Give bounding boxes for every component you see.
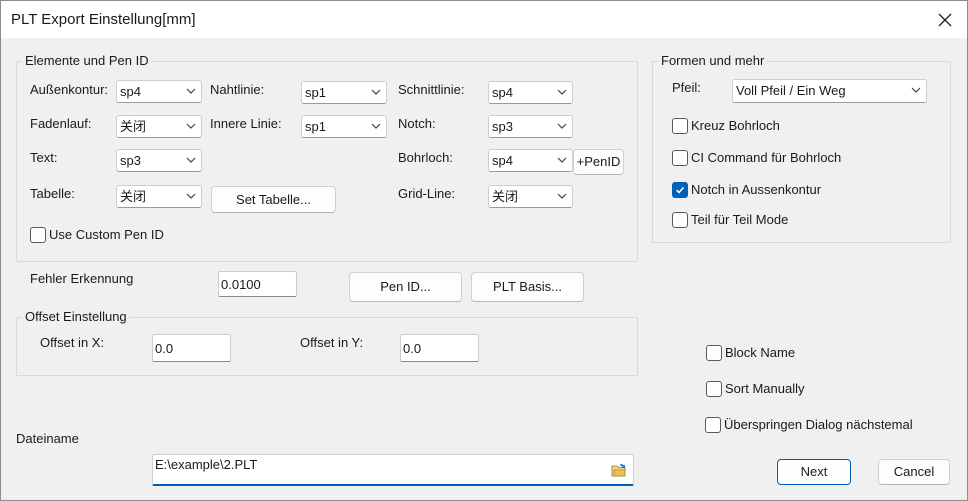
- sort-manually-label[interactable]: Sort Manually: [725, 381, 804, 397]
- chevron-down-icon: [186, 88, 196, 94]
- offset-y-label: Offset in Y:: [300, 335, 364, 350]
- chevron-down-icon: [186, 157, 196, 163]
- block-name-checkbox[interactable]: [706, 345, 722, 361]
- chevron-down-icon: [186, 193, 196, 199]
- fadenlauf-select[interactable]: 关闭: [116, 115, 202, 138]
- ci-command-label[interactable]: CI Command für Bohrloch: [691, 150, 841, 166]
- cancel-button[interactable]: Cancel: [878, 459, 950, 485]
- notch-label: Notch:: [398, 116, 436, 131]
- ci-command-checkbox[interactable]: [672, 150, 688, 166]
- chevron-down-icon: [371, 123, 381, 129]
- bohrloch-value: sp4: [492, 153, 513, 168]
- close-button[interactable]: [930, 5, 960, 35]
- innere-linie-select[interactable]: sp1: [301, 115, 387, 138]
- next-button[interactable]: Next: [777, 459, 851, 485]
- fadenlauf-value: 关闭: [120, 119, 147, 134]
- tabelle-value: 关闭: [120, 189, 147, 204]
- tabelle-label: Tabelle:: [30, 186, 75, 201]
- teil-fuer-teil-label[interactable]: Teil für Teil Mode: [691, 212, 788, 228]
- offset-group-title: Offset Einstellung: [23, 309, 129, 325]
- schnittlinie-value: sp4: [492, 85, 513, 100]
- folder-open-icon[interactable]: [611, 462, 627, 478]
- fehler-erkennung-input[interactable]: [218, 271, 297, 297]
- dateiname-label: Dateiname: [16, 431, 79, 446]
- offset-y-input[interactable]: [400, 334, 479, 362]
- pen-id-group-title: Elemente und Pen ID: [23, 53, 151, 69]
- export-settings-dialog: PLT Export Einstellung[mm] Elemente und …: [0, 0, 968, 501]
- chevron-down-icon: [371, 89, 381, 95]
- notch-select[interactable]: sp3: [488, 115, 573, 138]
- fehler-erkennung-label: Fehler Erkennung: [30, 271, 134, 286]
- chevron-down-icon: [911, 87, 921, 93]
- block-name-label[interactable]: Block Name: [725, 345, 795, 361]
- offset-x-label: Offset in X:: [40, 335, 105, 350]
- formen-group-title: Formen und mehr: [659, 53, 767, 69]
- notch-in-aussenkontur-label[interactable]: Notch in Aussenkontur: [691, 182, 821, 198]
- nahtlinie-select[interactable]: sp1: [301, 81, 387, 104]
- bohrloch-select[interactable]: sp4: [488, 149, 573, 172]
- close-icon: [938, 13, 952, 27]
- text-label: Text:: [30, 150, 58, 165]
- fadenlauf-label: Fadenlauf:: [30, 116, 92, 131]
- pen-id-button[interactable]: Pen ID...: [349, 272, 462, 302]
- innere-linie-label: Innere Linie:: [210, 116, 282, 131]
- checkmark-icon: [675, 186, 685, 194]
- window-title: PLT Export Einstellung[mm]: [11, 11, 196, 28]
- grid-line-value: 关闭: [492, 189, 519, 204]
- chevron-down-icon: [557, 157, 567, 163]
- kreuz-bohrloch-checkbox[interactable]: [672, 118, 688, 134]
- notch-value: sp3: [492, 119, 513, 134]
- chevron-down-icon: [557, 123, 567, 129]
- add-pen-id-button[interactable]: +PenID: [573, 149, 624, 175]
- pfeil-value: Voll Pfeil / Ein Weg: [736, 83, 846, 98]
- innere-linie-value: sp1: [305, 119, 326, 134]
- aussenkontur-value: sp4: [120, 84, 141, 99]
- chevron-down-icon: [186, 123, 196, 129]
- schnittlinie-select[interactable]: sp4: [488, 81, 573, 104]
- nahtlinie-label: Nahtlinie:: [210, 82, 265, 97]
- kreuz-bohrloch-label[interactable]: Kreuz Bohrloch: [691, 118, 780, 134]
- offset-x-input[interactable]: [152, 334, 231, 362]
- plt-basis-button[interactable]: PLT Basis...: [471, 272, 584, 302]
- grid-line-select[interactable]: 关闭: [488, 185, 573, 208]
- aussenkontur-select[interactable]: sp4: [116, 80, 202, 103]
- text-value: sp3: [120, 153, 141, 168]
- bohrloch-label: Bohrloch:: [398, 150, 453, 165]
- tabelle-select[interactable]: 关闭: [116, 185, 202, 208]
- grid-line-label: Grid-Line:: [398, 186, 456, 201]
- chevron-down-icon: [557, 193, 567, 199]
- dateiname-input[interactable]: [152, 454, 634, 486]
- skip-dialog-checkbox[interactable]: [705, 417, 721, 433]
- title-bar: PLT Export Einstellung[mm]: [1, 1, 967, 38]
- schnittlinie-label: Schnittlinie:: [398, 82, 465, 97]
- use-custom-pen-id-checkbox[interactable]: [30, 227, 46, 243]
- use-custom-pen-id-label[interactable]: Use Custom Pen ID: [49, 227, 164, 243]
- aussenkontur-label: Außenkontur:: [30, 82, 109, 97]
- teil-fuer-teil-checkbox[interactable]: [672, 212, 688, 228]
- nahtlinie-value: sp1: [305, 85, 326, 100]
- skip-dialog-label[interactable]: Überspringen Dialog nächstemal: [724, 417, 913, 433]
- notch-in-aussenkontur-checkbox[interactable]: [672, 182, 688, 198]
- sort-manually-checkbox[interactable]: [706, 381, 722, 397]
- set-tabelle-button[interactable]: Set Tabelle...: [211, 186, 336, 213]
- pfeil-label: Pfeil:: [672, 80, 701, 95]
- chevron-down-icon: [557, 89, 567, 95]
- pfeil-select[interactable]: Voll Pfeil / Ein Weg: [732, 79, 927, 103]
- text-select[interactable]: sp3: [116, 149, 202, 172]
